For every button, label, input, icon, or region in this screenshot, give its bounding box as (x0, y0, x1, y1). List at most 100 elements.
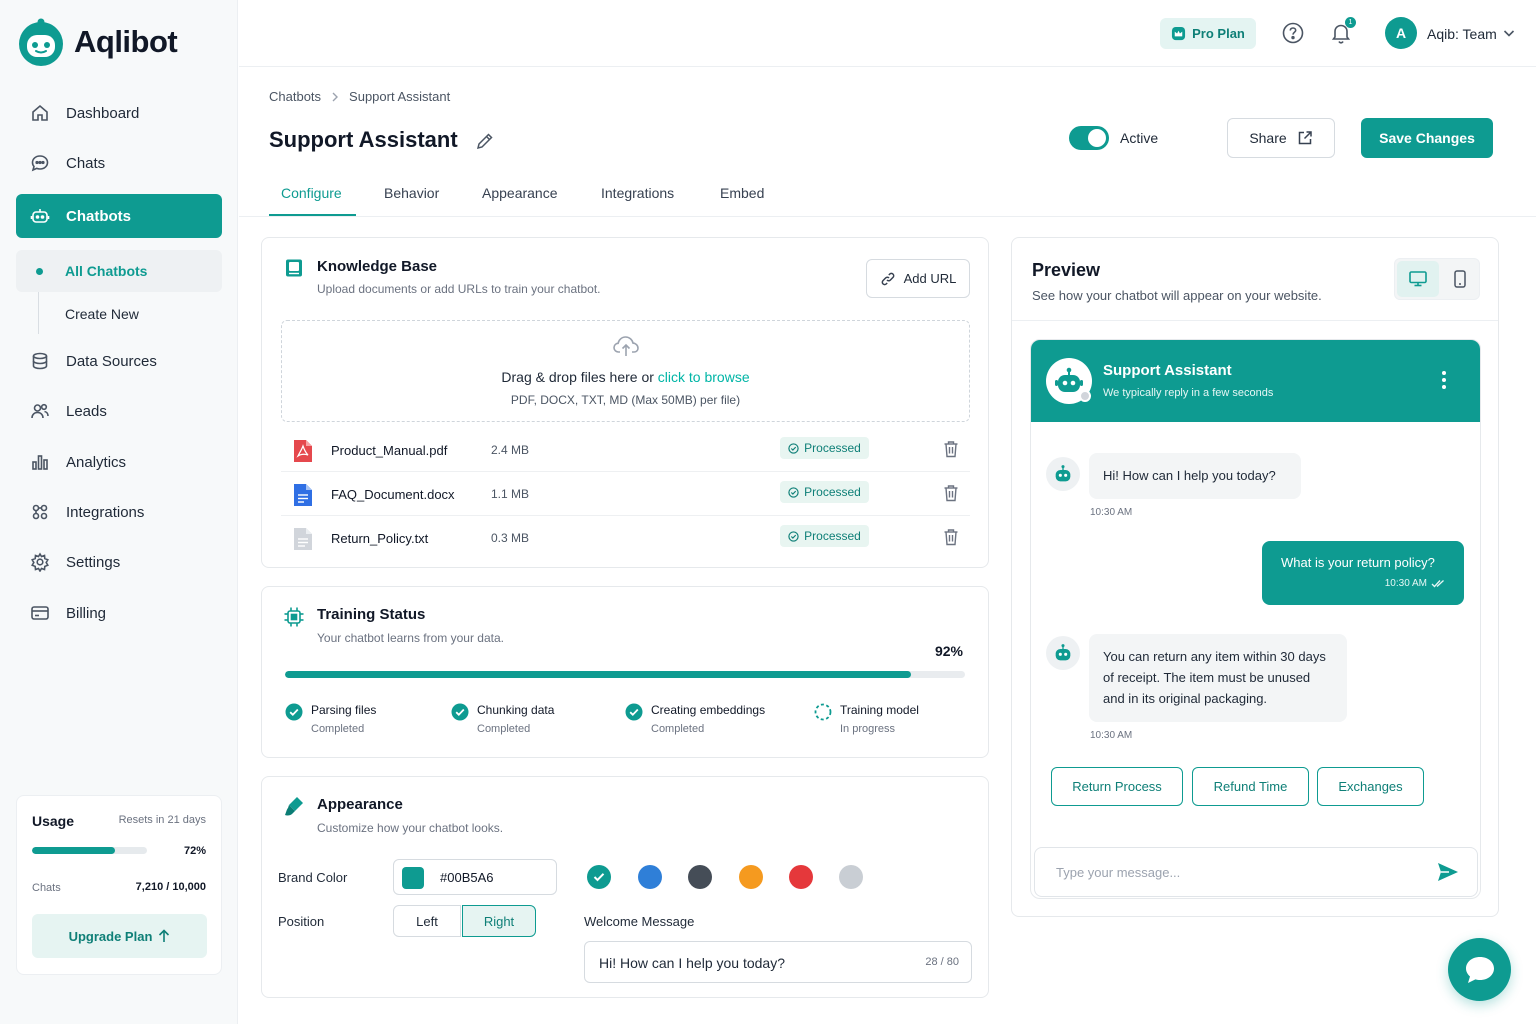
quick-reply-return-process[interactable]: Return Process (1051, 767, 1183, 806)
mobile-view-button[interactable] (1441, 261, 1479, 297)
chat-icon (31, 155, 49, 172)
chat-message-bot: You can return any item within 30 days o… (1089, 634, 1347, 722)
kebab-menu-icon[interactable] (1441, 370, 1447, 390)
usage-reset: Resets in 21 days (118, 814, 206, 826)
upgrade-plan-label: Upgrade Plan (68, 928, 153, 944)
usage-chats-label: Chats (32, 882, 61, 894)
tab-appearance[interactable]: Appearance (482, 185, 558, 201)
bot-icon (1055, 465, 1071, 482)
sidebar-subitem-label: All Chatbots (65, 263, 148, 279)
sidebar-item-label: Data Sources (66, 352, 157, 370)
book-icon (286, 259, 302, 277)
chevron-down-icon[interactable] (1503, 28, 1515, 38)
check-circle-icon (625, 703, 643, 721)
user-name[interactable]: Aqib: Team (1427, 26, 1497, 42)
status-badge: Processed (780, 437, 869, 459)
tab-configure[interactable]: Configure (281, 185, 342, 201)
sidebar-item-integrations[interactable]: Integrations (16, 490, 222, 534)
step-name: Parsing files (311, 703, 377, 717)
trash-icon[interactable] (943, 528, 959, 546)
bar-chart-icon (32, 455, 48, 470)
message-input[interactable]: Type your message... (1034, 847, 1478, 897)
sidebar-item-label: Leads (66, 402, 107, 420)
send-icon[interactable] (1437, 862, 1459, 882)
sidebar-item-leads[interactable]: Leads (16, 389, 222, 433)
chat-launcher-button[interactable] (1448, 938, 1511, 1001)
gear-icon (31, 552, 49, 572)
breadcrumb-item-chatbots[interactable]: Chatbots (269, 89, 321, 104)
sidebar-item-label: Integrations (66, 503, 145, 521)
brand-color-input[interactable]: #00B5A6 (393, 859, 557, 895)
sidebar-item-billing[interactable]: Billing (16, 591, 222, 635)
preview-subtitle: See how your chatbot will appear on your… (1032, 288, 1322, 303)
external-link-icon (1298, 131, 1312, 145)
quick-reply-refund-time[interactable]: Refund Time (1192, 767, 1309, 806)
active-toggle[interactable] (1069, 126, 1109, 150)
usage-progress-bar (32, 847, 147, 854)
sidebar-item-chatbots[interactable]: Chatbots (16, 194, 222, 238)
help-icon[interactable] (1282, 22, 1304, 44)
pdf-file-icon (294, 440, 312, 462)
mobile-icon (1454, 270, 1466, 288)
sidebar-item-label: Chats (66, 154, 106, 172)
welcome-message-input[interactable]: Hi! How can I help you today? 28 / 80 (584, 941, 972, 983)
pro-plan-badge[interactable]: Pro Plan (1160, 18, 1256, 49)
color-swatch-red[interactable] (789, 865, 813, 889)
pencil-icon[interactable] (475, 131, 495, 151)
notifications-button[interactable]: 1 (1331, 17, 1356, 44)
sidebar-subitem-all-chatbots[interactable]: All Chatbots (16, 250, 222, 292)
tab-behavior[interactable]: Behavior (384, 185, 439, 201)
pro-plan-label: Pro Plan (1192, 26, 1245, 41)
txt-file-icon (294, 528, 312, 550)
color-swatch-charcoal[interactable] (688, 865, 712, 889)
desktop-view-button[interactable] (1397, 261, 1439, 297)
database-icon (32, 352, 48, 370)
browse-link[interactable]: click to browse (658, 369, 750, 385)
usage-chats-count: 7,210 / 10,000 (135, 881, 206, 893)
sidebar-item-chats[interactable]: Chats (16, 141, 222, 185)
desktop-icon (1409, 271, 1427, 287)
training-percent: 92% (934, 643, 963, 659)
status-label: Processed (804, 485, 861, 499)
save-changes-button[interactable]: Save Changes (1361, 118, 1493, 158)
sidebar-subitem-create-new[interactable]: Create New (16, 293, 222, 335)
top-bar: Pro Plan 1 A Aqib: Team (239, 0, 1536, 67)
tab-integrations[interactable]: Integrations (601, 185, 674, 201)
file-dropzone[interactable]: Drag & drop files here or click to brows… (281, 320, 970, 422)
share-button[interactable]: Share (1227, 118, 1335, 158)
arrow-up-icon (159, 929, 170, 942)
welcome-message-text: Hi! How can I help you today? (599, 955, 785, 971)
sidebar-item-label: Analytics (66, 453, 127, 471)
step-state: In progress (840, 723, 896, 735)
sidebar-item-analytics[interactable]: Analytics (16, 440, 222, 484)
sidebar-item-data-sources[interactable]: Data Sources (16, 339, 222, 383)
divider (1012, 320, 1498, 321)
message-time: 10:30 AM (1384, 578, 1427, 589)
share-label: Share (1249, 130, 1287, 146)
page-title: Support Assistant (269, 127, 458, 152)
welcome-message-count: 28 / 80 (925, 956, 959, 968)
color-swatch-teal[interactable] (587, 865, 611, 889)
training-progress-fill (285, 671, 911, 678)
color-swatch-blue[interactable] (638, 865, 662, 889)
quick-reply-exchanges[interactable]: Exchanges (1317, 767, 1424, 806)
avatar[interactable]: A (1385, 17, 1417, 49)
message-meta: 10:30 AM (1281, 578, 1445, 589)
trash-icon[interactable] (943, 484, 959, 502)
color-swatch-gray[interactable] (839, 865, 863, 889)
upgrade-plan-button[interactable]: Upgrade Plan (32, 914, 207, 958)
file-name: Product_Manual.pdf (331, 443, 448, 458)
sidebar-item-dashboard[interactable]: Dashboard (16, 91, 222, 135)
position-left-button[interactable]: Left (393, 905, 461, 937)
logo[interactable]: Aqlibot (18, 18, 178, 66)
add-url-button[interactable]: Add URL (866, 259, 970, 298)
trash-icon[interactable] (943, 440, 959, 458)
active-dot (36, 268, 43, 275)
tab-embed[interactable]: Embed (720, 185, 764, 201)
check-icon (593, 873, 605, 882)
color-swatch-orange[interactable] (739, 865, 763, 889)
position-right-button[interactable]: Right (462, 905, 536, 937)
notification-badge: 1 (1345, 17, 1356, 28)
sidebar-item-settings[interactable]: Settings (16, 540, 222, 584)
bot-icon (1055, 644, 1071, 661)
